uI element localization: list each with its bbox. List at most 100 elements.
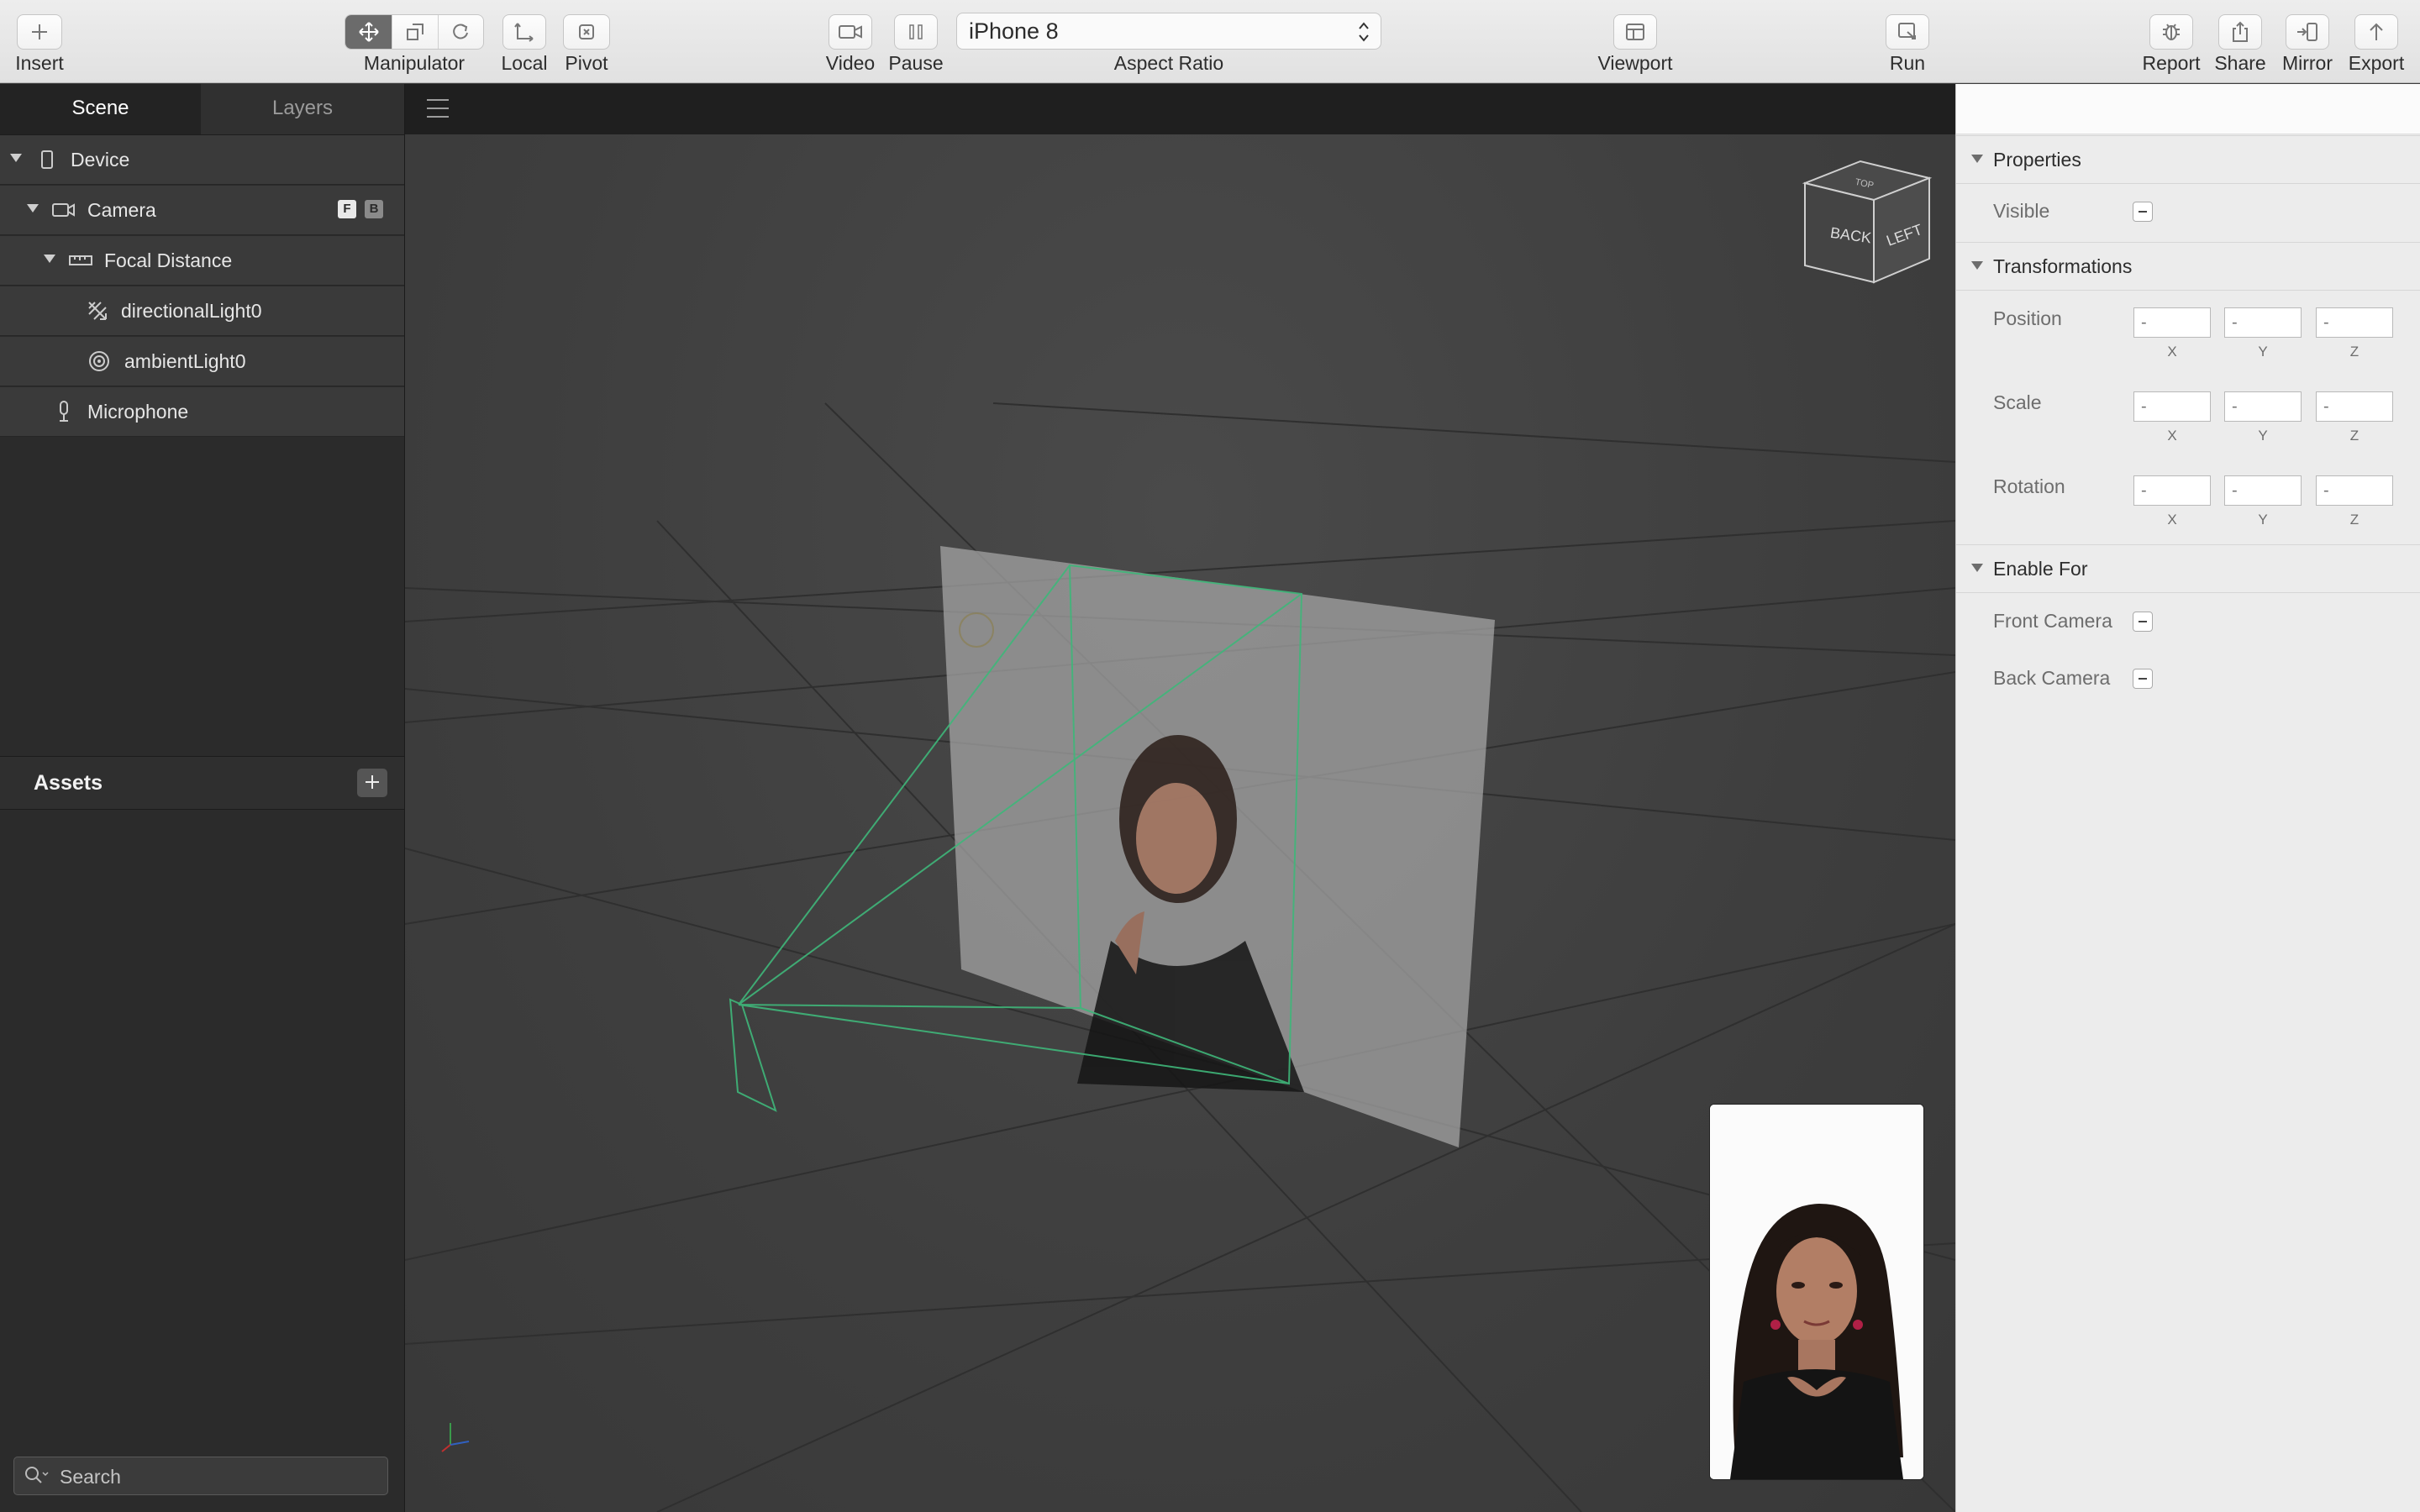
front-camera-label: Front Camera <box>1993 610 2112 632</box>
plus-icon <box>32 24 47 39</box>
scale-icon[interactable] <box>392 15 439 49</box>
preview-person-image <box>1710 1105 1923 1479</box>
video-button[interactable] <box>829 14 872 50</box>
pause-button[interactable] <box>894 14 938 50</box>
aspect-ratio-select[interactable]: iPhone 8 <box>956 13 1381 50</box>
local-button[interactable] <box>502 14 546 50</box>
asset-search-field[interactable] <box>13 1457 388 1495</box>
tree-item-label: Device <box>71 149 130 171</box>
pivot-icon <box>579 24 594 39</box>
rotation-x-field[interactable] <box>2133 475 2211 506</box>
position-x-field[interactable] <box>2133 307 2211 338</box>
left-panel: Scene Layers Device Camera F B Focal Dis… <box>0 84 405 1512</box>
disclosure-triangle-icon[interactable] <box>1971 564 1983 572</box>
pivot-label: Pivot <box>565 52 608 74</box>
front-camera-badge[interactable]: F <box>338 200 356 218</box>
scene-viewport[interactable]: BACK LEFT TOP <box>405 84 1955 1512</box>
mirror-button[interactable] <box>2286 14 2329 50</box>
tree-item-microphone[interactable]: Microphone <box>0 387 404 437</box>
pivot-tool[interactable]: Pivot <box>563 0 610 83</box>
axis-label-y: Y <box>2258 344 2268 360</box>
ruler-icon <box>69 249 92 272</box>
axis-label-y: Y <box>2258 512 2268 528</box>
rotation-z-field[interactable] <box>2316 475 2393 506</box>
scale-x-field[interactable] <box>2133 391 2211 422</box>
manipulator-segmented-control[interactable] <box>345 14 484 50</box>
hamburger-menu-icon[interactable] <box>427 99 449 118</box>
tab-scene[interactable]: Scene <box>0 84 201 134</box>
export-tool[interactable]: Export <box>2349 0 2404 83</box>
enable-for-section-header[interactable]: Enable For <box>1956 544 2420 593</box>
export-button[interactable] <box>2354 14 2398 50</box>
add-asset-button[interactable] <box>357 769 387 797</box>
insert-button[interactable] <box>17 14 62 50</box>
position-z-field[interactable] <box>2316 307 2393 338</box>
tree-item-directional-light[interactable]: directionalLight0 <box>0 286 404 336</box>
assets-header: Assets <box>0 756 404 810</box>
rotate-icon[interactable] <box>439 15 483 49</box>
scale-y-field[interactable] <box>2224 391 2302 422</box>
scale-z-field[interactable] <box>2316 391 2393 422</box>
video-camera-icon <box>839 25 862 39</box>
insert-label: Insert <box>15 52 64 74</box>
phone-icon <box>35 148 59 171</box>
orientation-cube[interactable]: BACK LEFT TOP <box>1802 158 1933 289</box>
disclosure-triangle-icon[interactable] <box>10 154 22 162</box>
viewport-tool[interactable]: Viewport <box>1597 0 1673 83</box>
disclosure-triangle-icon[interactable] <box>1971 261 1983 270</box>
run-device-icon <box>1898 23 1916 39</box>
scene-layers-tabs: Scene Layers <box>0 84 404 135</box>
move-icon[interactable] <box>345 15 393 49</box>
chevron-updown-icon <box>1357 13 1370 48</box>
manipulator-tool: Manipulator <box>345 0 484 83</box>
visible-label: Visible <box>1993 200 2050 222</box>
back-camera-badge[interactable]: B <box>365 200 383 218</box>
bug-icon <box>2163 24 2180 40</box>
pause-icon <box>909 24 923 39</box>
back-camera-checkbox[interactable] <box>2133 669 2153 689</box>
disclosure-triangle-icon[interactable] <box>1971 155 1983 163</box>
back-camera-label: Back Camera <box>1993 667 2111 689</box>
axis-label-z: Z <box>2349 344 2360 360</box>
tab-layers[interactable]: Layers <box>201 84 404 134</box>
visible-checkbox[interactable] <box>2133 202 2153 222</box>
disclosure-triangle-icon[interactable] <box>27 204 39 213</box>
run-button[interactable] <box>1886 14 1929 50</box>
properties-section-header[interactable]: Properties <box>1956 135 2420 184</box>
ambient-light-icon <box>87 349 111 373</box>
pivot-button[interactable] <box>563 14 610 50</box>
viewport-header <box>405 84 1955 134</box>
axis-gizmo-icon <box>441 1423 470 1452</box>
share-button[interactable] <box>2218 14 2262 50</box>
plus-icon <box>366 775 379 789</box>
transformations-section-header[interactable]: Transformations <box>1956 242 2420 291</box>
search-icon <box>23 1464 49 1488</box>
rotation-y-field[interactable] <box>2224 475 2302 506</box>
tree-item-camera[interactable]: Camera F B <box>0 186 404 235</box>
export-label: Export <box>2348 52 2405 74</box>
pause-tool[interactable]: Pause <box>888 0 944 83</box>
insert-tool[interactable]: Insert <box>15 0 64 83</box>
front-camera-checkbox[interactable] <box>2133 612 2153 632</box>
device-preview[interactable] <box>1709 1104 1924 1480</box>
aspect-ratio-label: Aspect Ratio <box>1113 52 1224 74</box>
inspector-header <box>1956 84 2420 134</box>
viewport-button[interactable] <box>1613 14 1657 50</box>
tree-item-label: directionalLight0 <box>121 300 262 322</box>
tree-item-label: ambientLight0 <box>124 350 246 372</box>
run-tool[interactable]: Run <box>1886 0 1929 83</box>
tree-item-focal-distance[interactable]: Focal Distance <box>0 236 404 286</box>
tree-item-device[interactable]: Device <box>0 135 404 185</box>
properties-title: Properties <box>1993 149 2081 171</box>
position-y-field[interactable] <box>2224 307 2302 338</box>
microphone-icon <box>52 400 76 423</box>
aspect-ratio-value: iPhone 8 <box>969 18 1059 44</box>
viewport-label: Viewport <box>1597 52 1673 74</box>
tree-item-ambient-light[interactable]: ambientLight0 <box>0 337 404 386</box>
toolbar: Insert Manipulator Local Pivot Video Pau… <box>0 0 2420 83</box>
report-button[interactable] <box>2149 14 2193 50</box>
position-label: Position <box>1993 307 2062 329</box>
disclosure-triangle-icon[interactable] <box>44 255 55 263</box>
search-input[interactable] <box>58 1461 381 1493</box>
directional-light-icon <box>86 299 109 323</box>
